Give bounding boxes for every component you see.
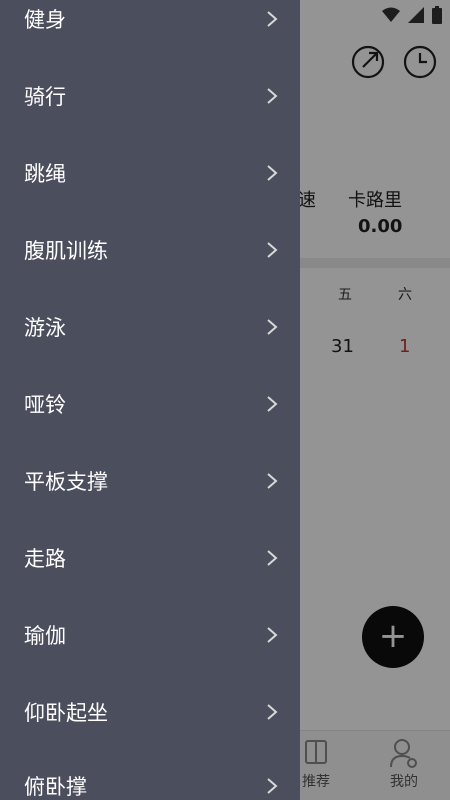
drawer-item-label: 平板支撑 <box>24 469 108 494</box>
drawer-item-label: 仰卧起坐 <box>24 700 108 725</box>
chevron-right-icon <box>267 10 278 27</box>
drawer-item-label: 俯卧撑 <box>24 774 87 799</box>
drawer-item-dumbbell[interactable]: 哑铃 <box>0 365 300 442</box>
chevron-right-icon <box>267 777 278 794</box>
drawer-item-abs-training[interactable]: 腹肌训练 <box>0 211 300 288</box>
drawer-item-walking[interactable]: 走路 <box>0 519 300 596</box>
drawer-item-label: 游泳 <box>24 315 66 340</box>
drawer-item-label: 跳绳 <box>24 161 66 186</box>
chevron-right-icon <box>267 395 278 412</box>
drawer-item-swimming[interactable]: 游泳 <box>0 288 300 365</box>
chevron-right-icon <box>267 318 278 335</box>
drawer-item-cycling[interactable]: 骑行 <box>0 57 300 134</box>
drawer-item-jump-rope[interactable]: 跳绳 <box>0 134 300 211</box>
chevron-right-icon <box>267 626 278 643</box>
drawer-item-fitness[interactable]: 健身 <box>0 0 300 57</box>
drawer-item-plank[interactable]: 平板支撑 <box>0 442 300 519</box>
drawer-item-label: 瑜伽 <box>24 623 66 648</box>
drawer-item-yoga[interactable]: 瑜伽 <box>0 596 300 673</box>
drawer-item-label: 骑行 <box>24 84 66 109</box>
drawer-item-label: 哑铃 <box>24 392 66 417</box>
drawer-item-push-ups[interactable]: 俯卧撑 <box>0 747 300 800</box>
sport-type-drawer: 健身 骑行 跳绳 腹肌训练 游泳 哑铃 平板支撑 走路 瑜伽 仰卧起坐 俯卧撑 <box>0 0 300 800</box>
drawer-item-sit-ups[interactable]: 仰卧起坐 <box>0 673 300 750</box>
chevron-right-icon <box>267 549 278 566</box>
chevron-right-icon <box>267 241 278 258</box>
chevron-right-icon <box>267 703 278 720</box>
drawer-item-label: 走路 <box>24 546 66 571</box>
chevron-right-icon <box>267 164 278 181</box>
chevron-right-icon <box>267 472 278 489</box>
chevron-right-icon <box>267 87 278 104</box>
drawer-item-label: 腹肌训练 <box>24 238 108 263</box>
drawer-item-label: 健身 <box>24 7 66 32</box>
